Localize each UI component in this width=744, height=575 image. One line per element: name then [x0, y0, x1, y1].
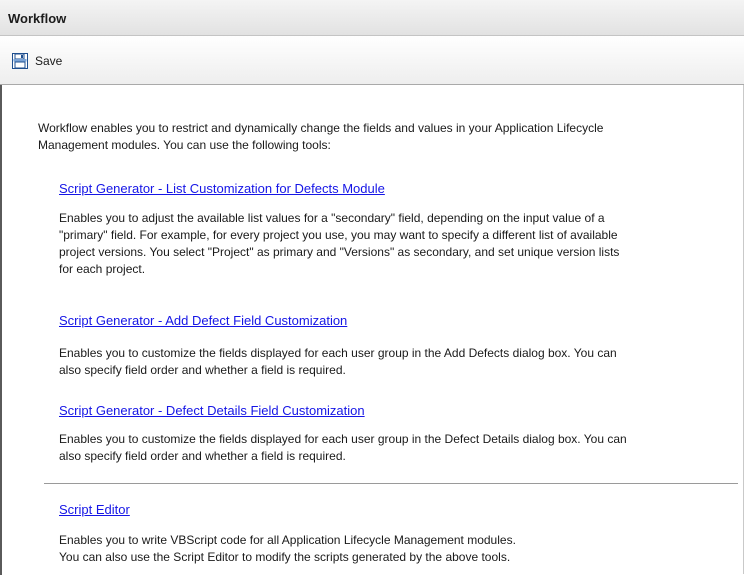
- description-line: also specify field order and whether a f…: [59, 363, 346, 377]
- description-line: Enables you to adjust the available list…: [59, 211, 605, 225]
- save-button[interactable]: Save: [12, 51, 62, 71]
- toolbar: Save: [0, 36, 744, 85]
- workflow-content: Workflow enables you to restrict and dyn…: [0, 85, 744, 575]
- divider: [44, 483, 738, 484]
- description-defect-details-customization: Enables you to customize the fields disp…: [59, 431, 739, 465]
- description-line: Enables you to customize the fields disp…: [59, 432, 627, 446]
- description-list-customization: Enables you to adjust the available list…: [59, 210, 739, 278]
- description-add-defect-customization: Enables you to customize the fields disp…: [59, 345, 739, 379]
- window-title: Workflow: [8, 11, 67, 26]
- save-icon: [12, 53, 28, 69]
- link-list-customization[interactable]: Script Generator - List Customization fo…: [59, 180, 385, 197]
- title-bar: Workflow: [0, 0, 744, 36]
- intro-line: Workflow enables you to restrict and dyn…: [38, 121, 604, 135]
- link-script-editor[interactable]: Script Editor: [59, 501, 130, 518]
- intro-text: Workflow enables you to restrict and dyn…: [38, 120, 738, 154]
- description-line: also specify field order and whether a f…: [59, 449, 346, 463]
- description-script-editor: Enables you to write VBScript code for a…: [59, 532, 739, 566]
- save-label: Save: [35, 54, 63, 68]
- description-line: "primary" field. For example, for every …: [59, 228, 618, 242]
- description-line: project versions. You select "Project" a…: [59, 245, 620, 259]
- description-line: You can also use the Script Editor to mo…: [59, 550, 511, 564]
- intro-line: Management modules. You can use the foll…: [38, 138, 331, 152]
- link-add-defect-customization[interactable]: Script Generator - Add Defect Field Cust…: [59, 312, 347, 329]
- description-line: Enables you to customize the fields disp…: [59, 346, 617, 360]
- description-line: for each project.: [59, 262, 146, 276]
- description-line: Enables you to write VBScript code for a…: [59, 533, 516, 547]
- link-defect-details-customization[interactable]: Script Generator - Defect Details Field …: [59, 402, 365, 419]
